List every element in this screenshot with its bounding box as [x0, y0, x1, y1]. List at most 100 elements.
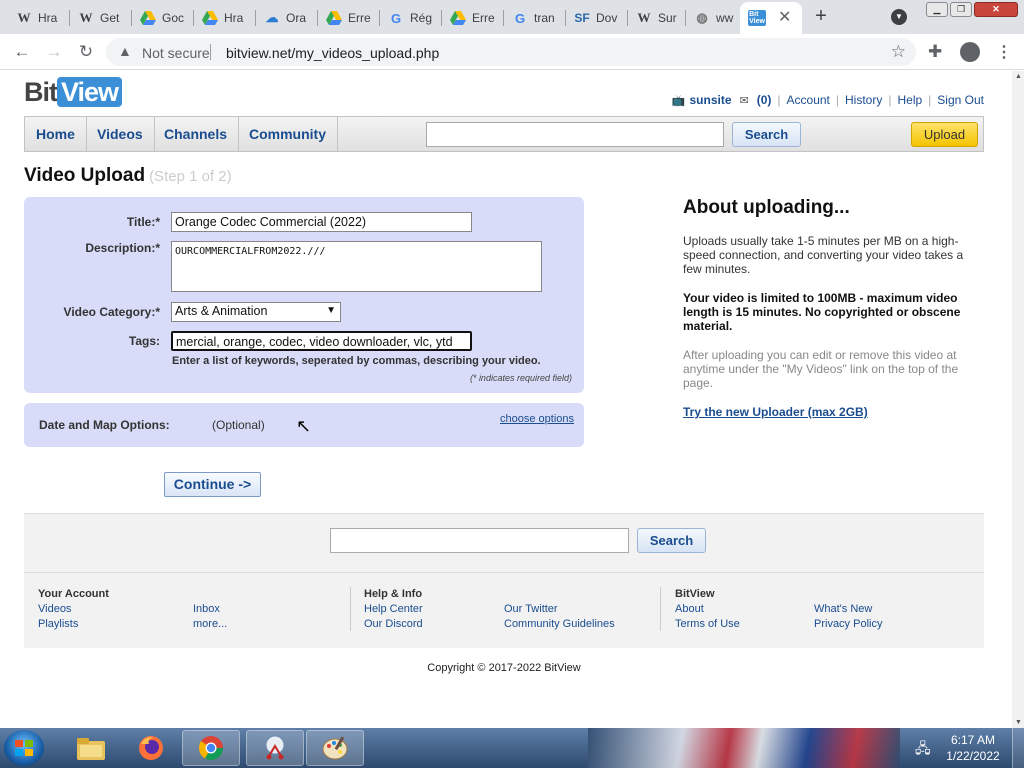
- scroll-up-icon[interactable]: ▲: [1015, 73, 1022, 80]
- nav-channels[interactable]: Channels: [153, 117, 240, 151]
- browser-tab[interactable]: ☁ Ora: [256, 4, 316, 32]
- nav-search-button[interactable]: Search: [732, 122, 801, 147]
- footer-search-input[interactable]: [330, 528, 629, 553]
- tab-label: Erre: [472, 11, 495, 25]
- tags-field[interactable]: mercial, orange, codec, video downloader…: [171, 331, 472, 351]
- clock-date: 1/22/2022: [946, 749, 1000, 763]
- help-link[interactable]: Help: [897, 93, 922, 107]
- vertical-scrollbar[interactable]: ▲ ▼: [1012, 71, 1024, 728]
- back-icon[interactable]: ←: [10, 40, 34, 64]
- account-link[interactable]: Account: [787, 93, 830, 107]
- footer-whats-new-link[interactable]: What's New: [814, 603, 872, 615]
- footer-guidelines-link[interactable]: Community Guidelines: [504, 618, 615, 630]
- file-explorer-icon[interactable]: [62, 730, 120, 766]
- footer-more-link[interactable]: more...: [193, 618, 227, 630]
- tags-label: Tags:: [128, 334, 160, 348]
- bookmark-star-icon[interactable]: ☆: [891, 42, 906, 62]
- browser-tab[interactable]: Erre: [442, 4, 502, 32]
- choose-options-link[interactable]: choose options: [500, 413, 574, 425]
- footer-videos-link[interactable]: Videos: [38, 603, 71, 615]
- footer-divider: [24, 572, 984, 573]
- new-uploader-link[interactable]: Try the new Uploader (max 2GB): [683, 405, 868, 419]
- footer-privacy-link[interactable]: Privacy Policy: [814, 618, 882, 630]
- minimize-button[interactable]: ▁: [926, 2, 948, 17]
- continue-button[interactable]: Continue ->: [164, 472, 261, 497]
- footer-column-divider: [350, 587, 351, 631]
- message-count[interactable]: (0): [757, 93, 772, 107]
- new-tab-button[interactable]: +: [810, 5, 832, 27]
- snipping-tool-icon[interactable]: [246, 730, 304, 766]
- mail-icon[interactable]: ✉: [740, 94, 749, 107]
- browser-tab[interactable]: ◍ ww: [686, 4, 738, 32]
- system-clock[interactable]: 6:17 AM 1/22/2022: [940, 732, 1006, 764]
- sign-out-link[interactable]: Sign Out: [937, 93, 984, 107]
- address-toolbar: ← → ↻ ▲ Not secure bitview.net/my_videos…: [0, 34, 1024, 70]
- address-bar[interactable]: ▲ Not secure bitview.net/my_videos_uploa…: [106, 38, 916, 66]
- paint-icon[interactable]: [306, 730, 364, 766]
- nav-community[interactable]: Community: [238, 117, 338, 151]
- nav-videos[interactable]: Videos: [86, 117, 155, 151]
- browser-tab[interactable]: Erre: [318, 4, 378, 32]
- browser-tab[interactable]: Hra: [194, 4, 254, 32]
- browser-tab[interactable]: Goc: [132, 4, 192, 32]
- tab-search-icon[interactable]: ▼: [891, 9, 907, 25]
- footer-search-button[interactable]: Search: [637, 528, 706, 553]
- browser-tab[interactable]: G Rég: [380, 4, 440, 32]
- footer-inbox-link[interactable]: Inbox: [193, 603, 220, 615]
- browser-tab-active[interactable]: Bit View ✕: [740, 2, 802, 34]
- logo-bit-text: Bit: [24, 77, 58, 107]
- browser-tab[interactable]: W Get: [70, 4, 130, 32]
- network-icon[interactable]: 🖧: [915, 738, 931, 762]
- upload-button[interactable]: Upload: [911, 122, 978, 147]
- footer-about-link[interactable]: About: [675, 603, 704, 615]
- tv-icon: 📺: [671, 94, 686, 107]
- footer-playlists-link[interactable]: Playlists: [38, 618, 78, 630]
- separator: |: [777, 93, 781, 107]
- footer-discord-link[interactable]: Our Discord: [364, 618, 423, 630]
- bitview-logo[interactable]: Bit View: [24, 77, 123, 108]
- google-drive-icon: [450, 10, 466, 26]
- maximize-button[interactable]: ❐: [950, 2, 972, 17]
- nav-search-input[interactable]: [426, 122, 724, 147]
- tab-label: ww: [716, 11, 734, 25]
- browser-tab[interactable]: SF Dov: [566, 4, 626, 32]
- profile-avatar-icon[interactable]: [960, 42, 980, 62]
- category-select[interactable]: Arts & Animation ▼: [171, 302, 341, 322]
- warning-icon[interactable]: ▲: [118, 43, 132, 59]
- google-drive-icon: [202, 10, 218, 26]
- tab-label: Hra: [38, 11, 58, 25]
- username-link[interactable]: sunsite: [690, 93, 732, 107]
- reload-icon[interactable]: ↻: [74, 40, 98, 64]
- separator: |: [888, 93, 892, 107]
- user-bar: 📺 sunsite ✉ (0) | Account | History | He…: [672, 93, 984, 107]
- extensions-icon[interactable]: ✚: [928, 42, 942, 62]
- url-text[interactable]: bitview.net/my_videos_upload.php: [226, 45, 439, 61]
- show-desktop-button[interactable]: [1012, 728, 1024, 768]
- footer-help-center-link[interactable]: Help Center: [364, 603, 423, 615]
- scroll-down-icon[interactable]: ▼: [1015, 719, 1022, 726]
- description-field[interactable]: OURCOMMERCIALFROM2022.///: [171, 241, 542, 292]
- footer-terms-link[interactable]: Terms of Use: [675, 618, 740, 630]
- start-button[interactable]: [4, 730, 44, 766]
- sourceforge-icon: SF: [574, 11, 590, 25]
- window-close-button[interactable]: ✕: [974, 2, 1018, 17]
- google-drive-icon: [326, 10, 342, 26]
- firefox-icon[interactable]: [122, 730, 180, 766]
- chrome-icon[interactable]: [182, 730, 240, 766]
- forward-icon[interactable]: →: [42, 40, 66, 64]
- browser-tab[interactable]: W Sur: [628, 4, 684, 32]
- browser-tab[interactable]: G tran: [504, 4, 564, 32]
- browser-tab[interactable]: W Hra: [8, 4, 68, 32]
- footer-twitter-link[interactable]: Our Twitter: [504, 603, 558, 615]
- browser-menu-icon[interactable]: ⋮: [996, 42, 1012, 62]
- wikipedia-icon: W: [17, 10, 31, 25]
- close-icon[interactable]: ✕: [778, 7, 791, 27]
- nav-home[interactable]: Home: [25, 117, 87, 151]
- security-status[interactable]: Not secure: [142, 45, 210, 61]
- history-link[interactable]: History: [845, 93, 882, 107]
- browser-tab-strip: W Hra W Get Goc Hra ☁ Ora Erre G Rég Err…: [0, 0, 1024, 34]
- chevron-down-icon: ▼: [326, 305, 336, 316]
- title-field[interactable]: Orange Codec Commercial (2022): [171, 212, 472, 232]
- tab-label: Dov: [596, 11, 618, 25]
- tab-label: Erre: [348, 11, 371, 25]
